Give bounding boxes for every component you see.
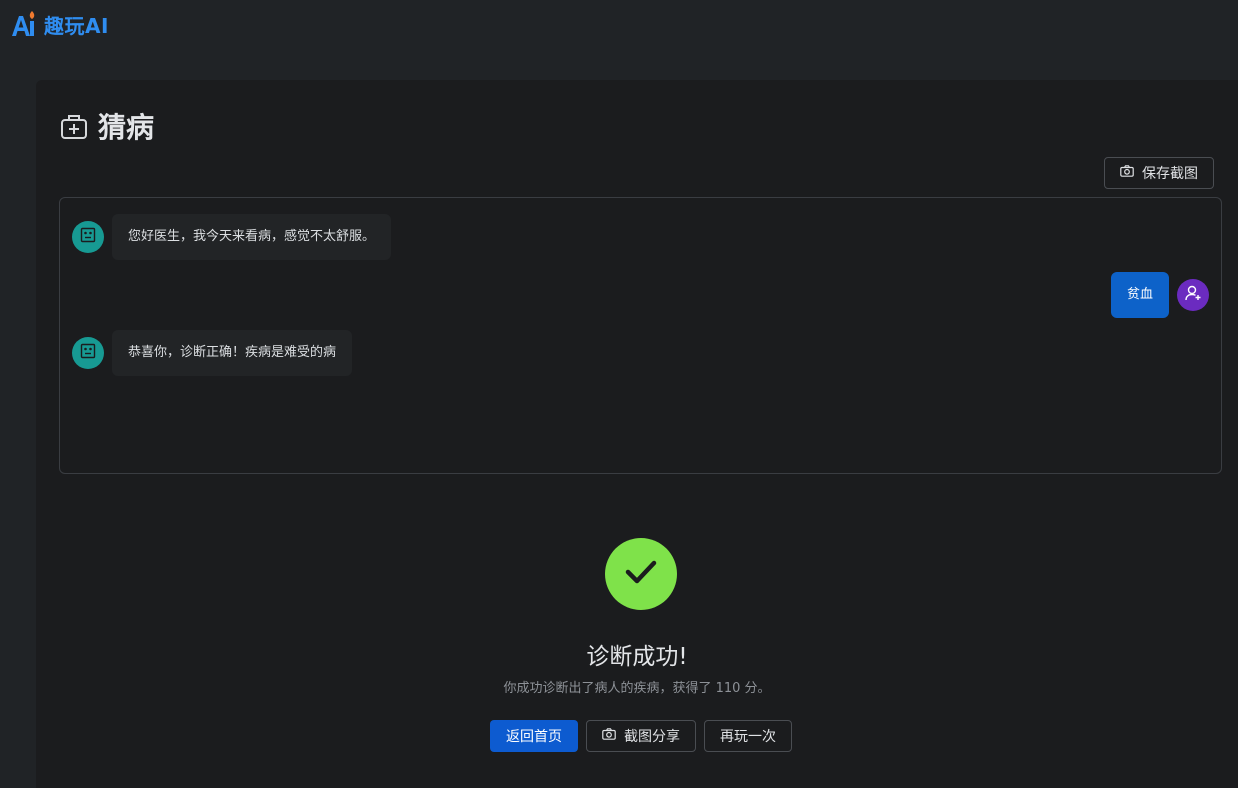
main-panel: 猜病 保存截图 您好医生，我今天来看病，感觉不太舒服。 贫血 恭喜你，诊断正确！… [36, 80, 1238, 788]
user-add-icon [1184, 284, 1202, 306]
user-avatar [1177, 279, 1209, 311]
result-description: 你成功诊断出了病人的疾病，获得了 110 分。 [503, 681, 771, 696]
result-actions: 返回首页 截图分享 再玩一次 [36, 720, 1238, 752]
share-screenshot-label: 截图分享 [624, 729, 680, 745]
bot-avatar [72, 337, 104, 369]
medical-kit-icon [60, 112, 88, 140]
save-screenshot-label: 保存截图 [1142, 166, 1198, 182]
save-screenshot-button[interactable]: 保存截图 [1104, 157, 1214, 189]
chat-message-bot: 恭喜你，诊断正确！疾病是难受的病 [112, 330, 353, 376]
robot-face-icon [80, 343, 96, 363]
camera-icon [1120, 165, 1142, 181]
top-bar: 趣玩AI [0, 0, 1238, 50]
chat-message-user: 贫血 [1110, 272, 1169, 318]
app-name: 趣玩AI [44, 13, 109, 38]
ai-logo-icon [10, 9, 36, 39]
share-screenshot-button[interactable]: 截图分享 [586, 720, 696, 752]
play-again-button[interactable]: 再玩一次 [704, 720, 792, 752]
sidebar [0, 50, 36, 788]
app-logo[interactable]: 趣玩AI [10, 9, 109, 39]
robot-face-icon [80, 227, 96, 247]
chat-message-bot: 您好医生，我今天来看病，感觉不太舒服。 [112, 214, 392, 260]
camera-icon [602, 728, 624, 744]
page-header: 猜病 [60, 106, 154, 146]
success-badge [605, 538, 677, 610]
bot-avatar [72, 221, 104, 253]
page-title: 猜病 [98, 111, 155, 144]
checkmark-icon [624, 558, 658, 590]
chat-window[interactable]: 您好医生，我今天来看病，感觉不太舒服。 贫血 恭喜你，诊断正确！疾病是难受的病 [59, 197, 1222, 474]
result-title: 诊断成功! [586, 644, 688, 670]
back-home-button[interactable]: 返回首页 [490, 720, 578, 752]
